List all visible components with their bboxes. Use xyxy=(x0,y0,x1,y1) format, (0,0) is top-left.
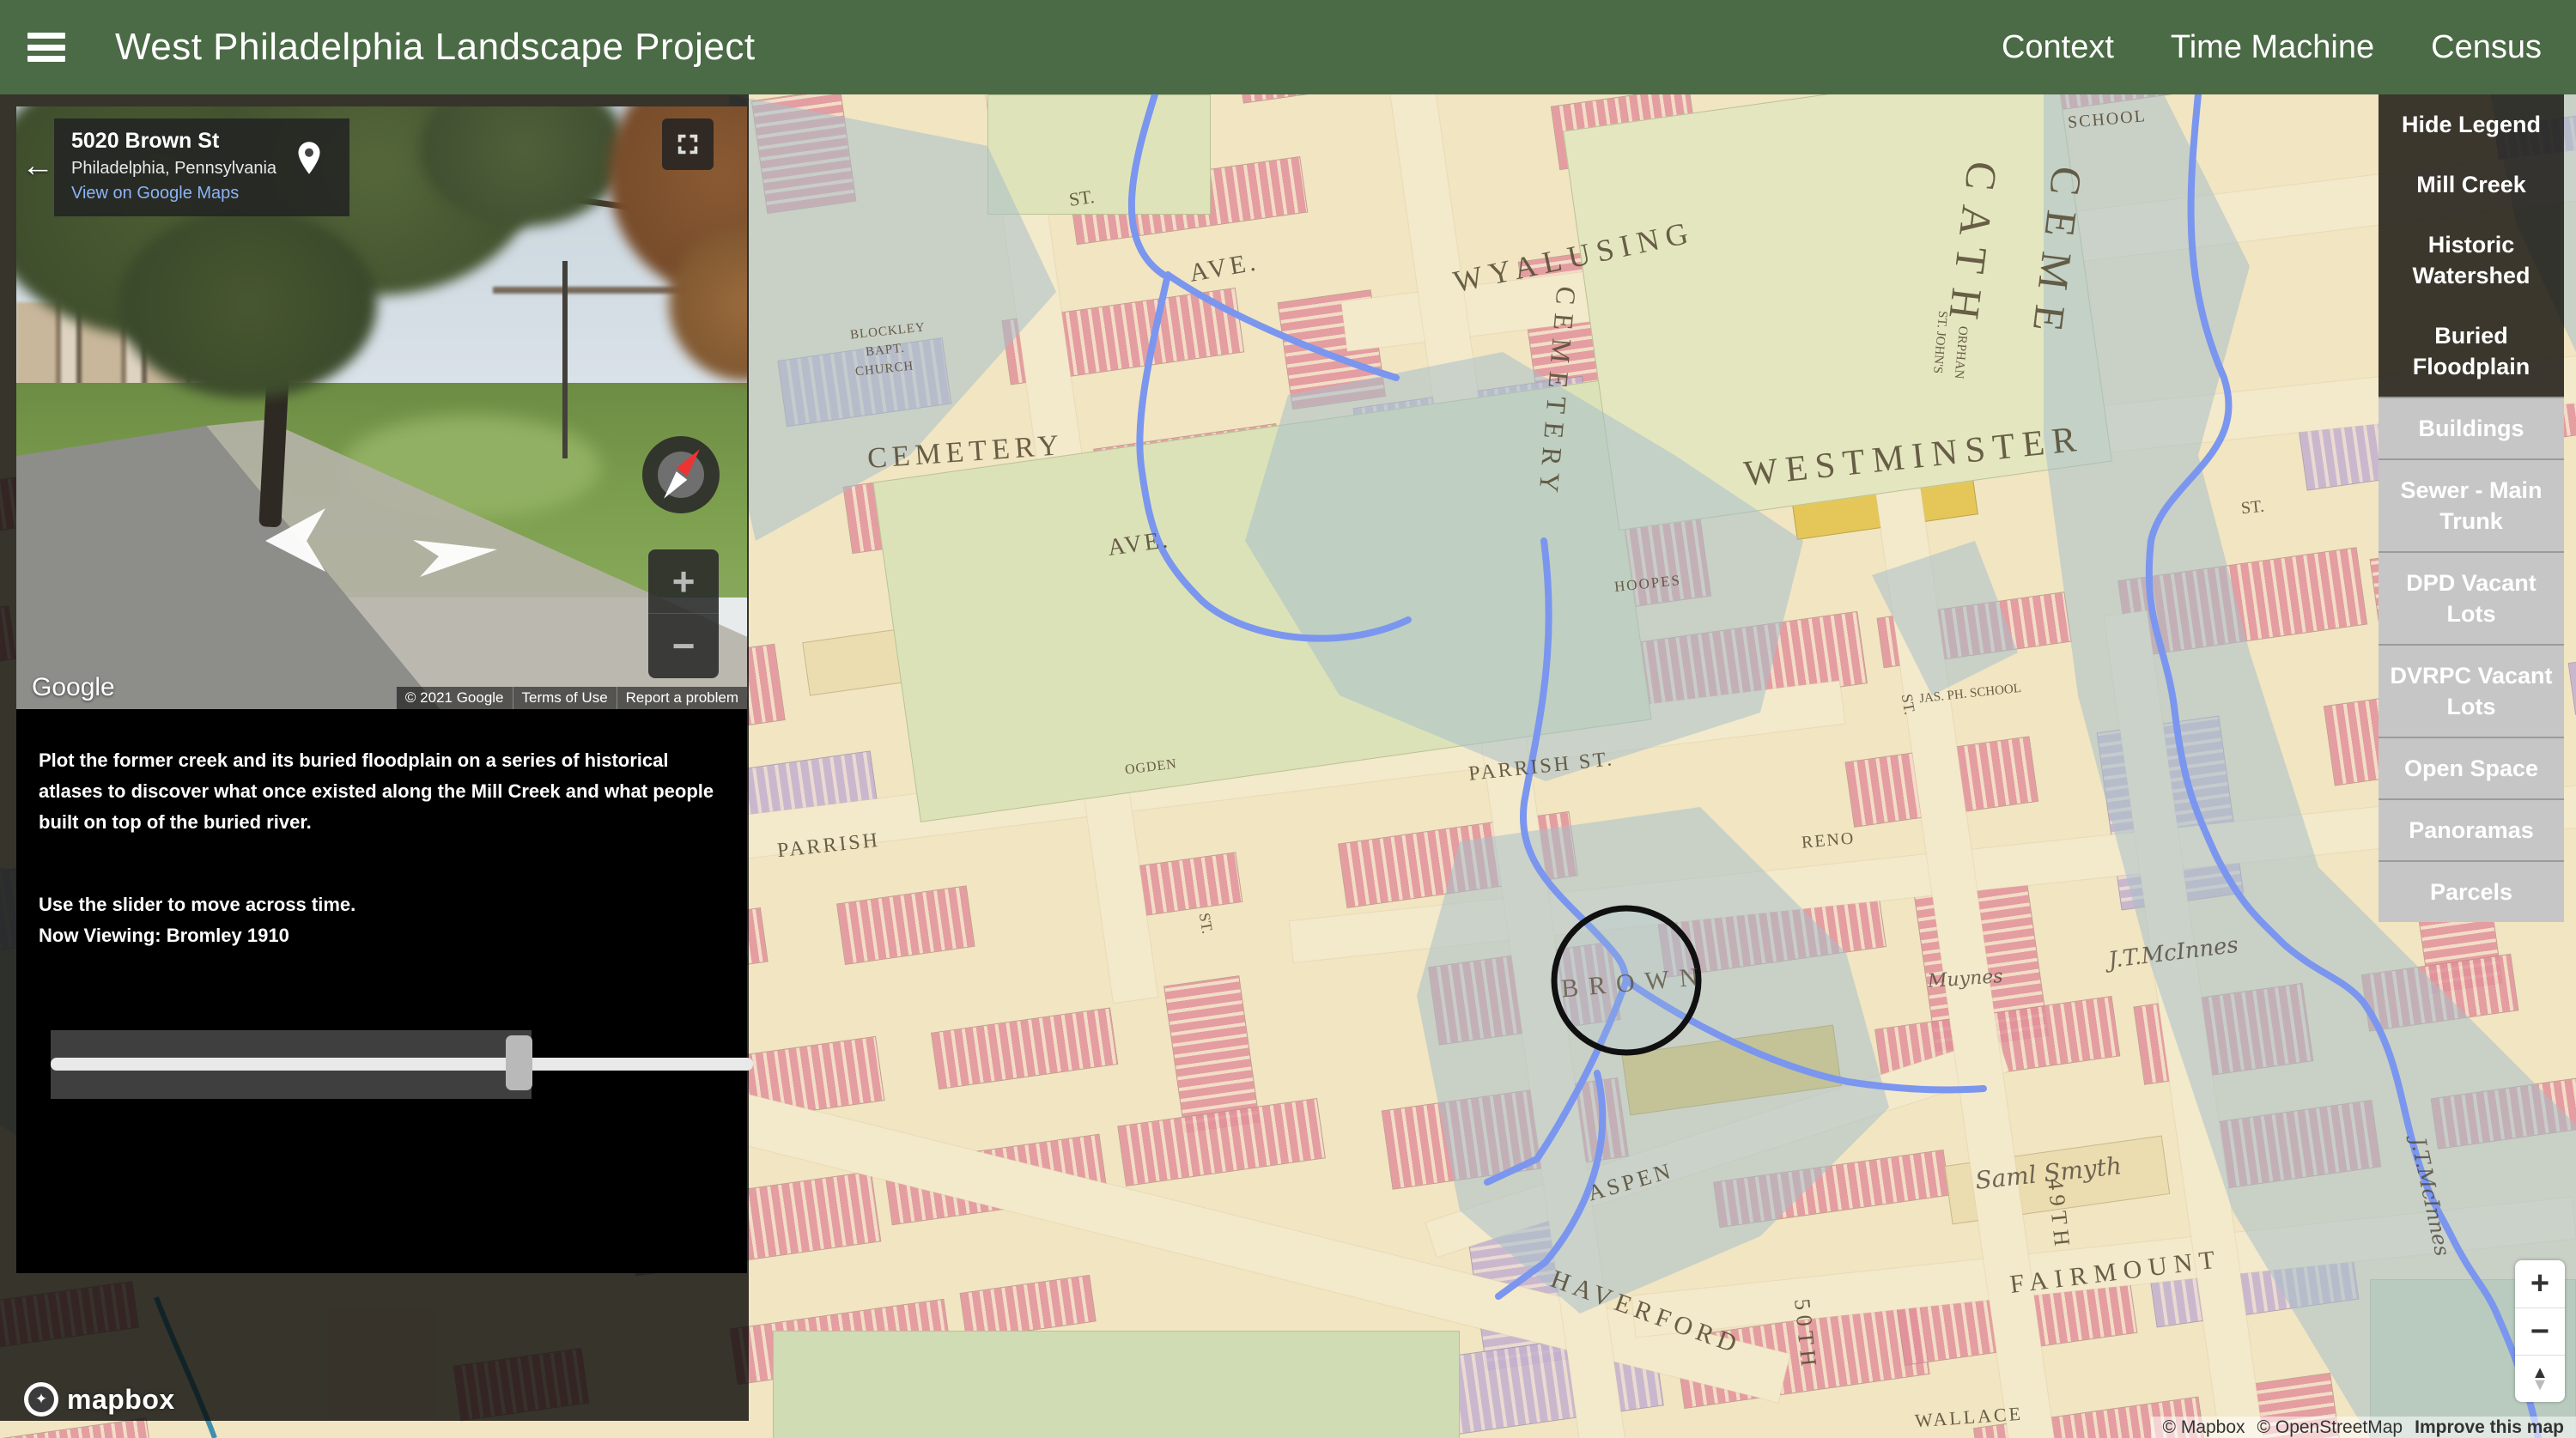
attribution-improve-link[interactable]: Improve this map xyxy=(2415,1417,2564,1438)
map-zoom-out-button[interactable]: − xyxy=(2515,1308,2565,1355)
legend-layer-button[interactable]: Parcels xyxy=(2379,860,2564,922)
street-view-compass[interactable] xyxy=(642,436,720,513)
map-street-label: ST. xyxy=(1067,185,1096,211)
map-street-label: WESTMINSTER xyxy=(1742,418,2086,495)
map-zoom-control: + − ▲▼ xyxy=(2515,1260,2565,1402)
map-street-label: ORPHAN xyxy=(1951,325,1970,379)
description-text: Plot the former creek and its buried flo… xyxy=(39,745,726,838)
map-street-label: WALLACE xyxy=(1914,1403,2024,1433)
mapbox-logo-word: mapbox xyxy=(67,1384,175,1416)
map-street-label: ASPEN xyxy=(1585,1157,1677,1206)
legend-layer-button[interactable]: Sewer - Main Trunk xyxy=(2379,458,2564,551)
map-street-label: CEME xyxy=(2021,164,2093,349)
legend-layer-button[interactable]: DPD Vacant Lots xyxy=(2379,551,2564,644)
street-view-zoom-out-button[interactable]: − xyxy=(648,613,719,677)
map-street-label: 49TH xyxy=(2042,1177,2075,1252)
map-street-label: Muynes xyxy=(1927,966,2003,992)
map-street-label: ST. xyxy=(1898,693,1919,716)
report-a-problem-link[interactable]: Report a problem xyxy=(617,687,747,709)
map-attribution: © Mapbox © OpenStreetMap Improve this ma… xyxy=(2151,1417,2576,1438)
header-nav: Context Time Machine Census xyxy=(2002,0,2542,94)
map-street-label: JAS. PH. SCHOOL xyxy=(1918,682,2021,707)
map-street-label: AVE. xyxy=(1188,247,1261,288)
legend-layer-button[interactable]: Historic Watershed xyxy=(2379,215,2564,306)
fullscreen-icon xyxy=(675,131,701,157)
mapbox-logo-icon: ✦ xyxy=(24,1382,58,1417)
map-street-label: ST. JOHN'S xyxy=(1929,310,1949,373)
map-street-label: HOOPES xyxy=(1613,572,1682,596)
legend-layer-button[interactable]: Buildings xyxy=(2379,397,2564,458)
page-title: West Philadelphia Landscape Project xyxy=(115,26,756,69)
map-street-label: OGDEN xyxy=(1124,756,1178,778)
map-street-label: 50TH xyxy=(1789,1297,1822,1372)
google-copyright: © 2021 Google xyxy=(396,687,513,709)
map-street-label: AVE. xyxy=(1106,526,1172,562)
street-view-legal-bar: © 2021 Google Terms of Use Report a prob… xyxy=(396,687,747,709)
legend-layer-button[interactable]: Open Space xyxy=(2379,737,2564,798)
time-slider-track[interactable] xyxy=(51,1058,753,1071)
map-street-label: RENO xyxy=(1801,828,1856,852)
map-street-label: HAVERFORD xyxy=(1546,1265,1745,1361)
mapbox-logo[interactable]: ✦ mapbox xyxy=(24,1382,175,1417)
map-zoom-in-button[interactable]: + xyxy=(2515,1260,2565,1308)
map-street-label: BLOCKLEY xyxy=(849,320,926,343)
google-logo: Google xyxy=(32,673,115,702)
map-street-label: CHURCH xyxy=(854,359,914,379)
time-slider-thumb[interactable] xyxy=(506,1035,532,1090)
map-compass-button[interactable]: ▲▼ xyxy=(2515,1355,2565,1402)
map-street-label: BAPT. xyxy=(865,342,906,361)
compass-south-icon: ▼ xyxy=(2531,1379,2549,1391)
street-view-panorama[interactable]: ← 5020 Brown St Philadelphia, Pennsylvan… xyxy=(16,106,747,709)
map-street-label: SCHOOL xyxy=(2067,106,2148,133)
street-view-zoom-control: + − xyxy=(648,549,719,678)
time-slider xyxy=(39,1030,721,1101)
street-view-zoom-in-button[interactable]: + xyxy=(648,549,719,613)
nav-link[interactable]: Census xyxy=(2431,29,2542,66)
legend-layer-button[interactable]: Hide Legend xyxy=(2379,94,2564,155)
legend-layer-button[interactable]: Buried Floodplain xyxy=(2379,306,2564,397)
attribution-mapbox-link[interactable]: © Mapbox xyxy=(2163,1417,2245,1438)
attribution-osm-link[interactable]: © OpenStreetMap xyxy=(2257,1417,2403,1438)
map-street-label: J.T.McInnes xyxy=(2406,1135,2455,1258)
slider-instruction-text: Use the slider to move across time. xyxy=(39,889,721,920)
time-machine-info-panel: Plot the former creek and its buried flo… xyxy=(16,709,747,1273)
map-street-label: CEMETERY xyxy=(866,429,1065,476)
map-street-label: J.T.McInnes xyxy=(2107,932,2240,974)
app: WYALUSINGAVE.SCHOOLCATHCEMECEMETERYCEMET… xyxy=(0,0,2576,1438)
nav-link[interactable]: Context xyxy=(2002,29,2114,66)
map-street-label: BROWN xyxy=(1560,962,1710,1004)
back-arrow-button[interactable]: ← xyxy=(21,148,54,185)
map-street-label: PARRISH xyxy=(776,829,881,863)
location-pin-icon[interactable] xyxy=(296,141,322,175)
menu-icon[interactable] xyxy=(27,33,65,62)
fullscreen-button[interactable] xyxy=(662,118,714,170)
map-street-label: FAIRMOUNT xyxy=(2008,1245,2223,1300)
map-street-label: ST. xyxy=(2240,497,2265,519)
map-street-label: ST. xyxy=(1195,912,1217,935)
now-viewing-label: Now Viewing: Bromley 1910 xyxy=(39,920,721,951)
legend-layer-button[interactable]: Mill Creek xyxy=(2379,155,2564,215)
header-bar: West Philadelphia Landscape Project Cont… xyxy=(0,0,2576,94)
terms-of-use-link[interactable]: Terms of Use xyxy=(513,687,617,709)
map-street-label: CEMETERY xyxy=(1532,285,1583,502)
layer-legend-panel: Hide LegendMill CreekHistoric WatershedB… xyxy=(2379,94,2564,922)
view-on-google-maps-link[interactable]: View on Google Maps xyxy=(71,184,336,203)
map-street-label: PARRISH ST. xyxy=(1467,748,1615,786)
side-drawer: ← 5020 Brown St Philadelphia, Pennsylvan… xyxy=(16,106,747,1273)
legend-layer-button[interactable]: DVRPC Vacant Lots xyxy=(2379,644,2564,737)
nav-link[interactable]: Time Machine xyxy=(2171,29,2374,66)
legend-layer-button[interactable]: Panoramas xyxy=(2379,798,2564,860)
